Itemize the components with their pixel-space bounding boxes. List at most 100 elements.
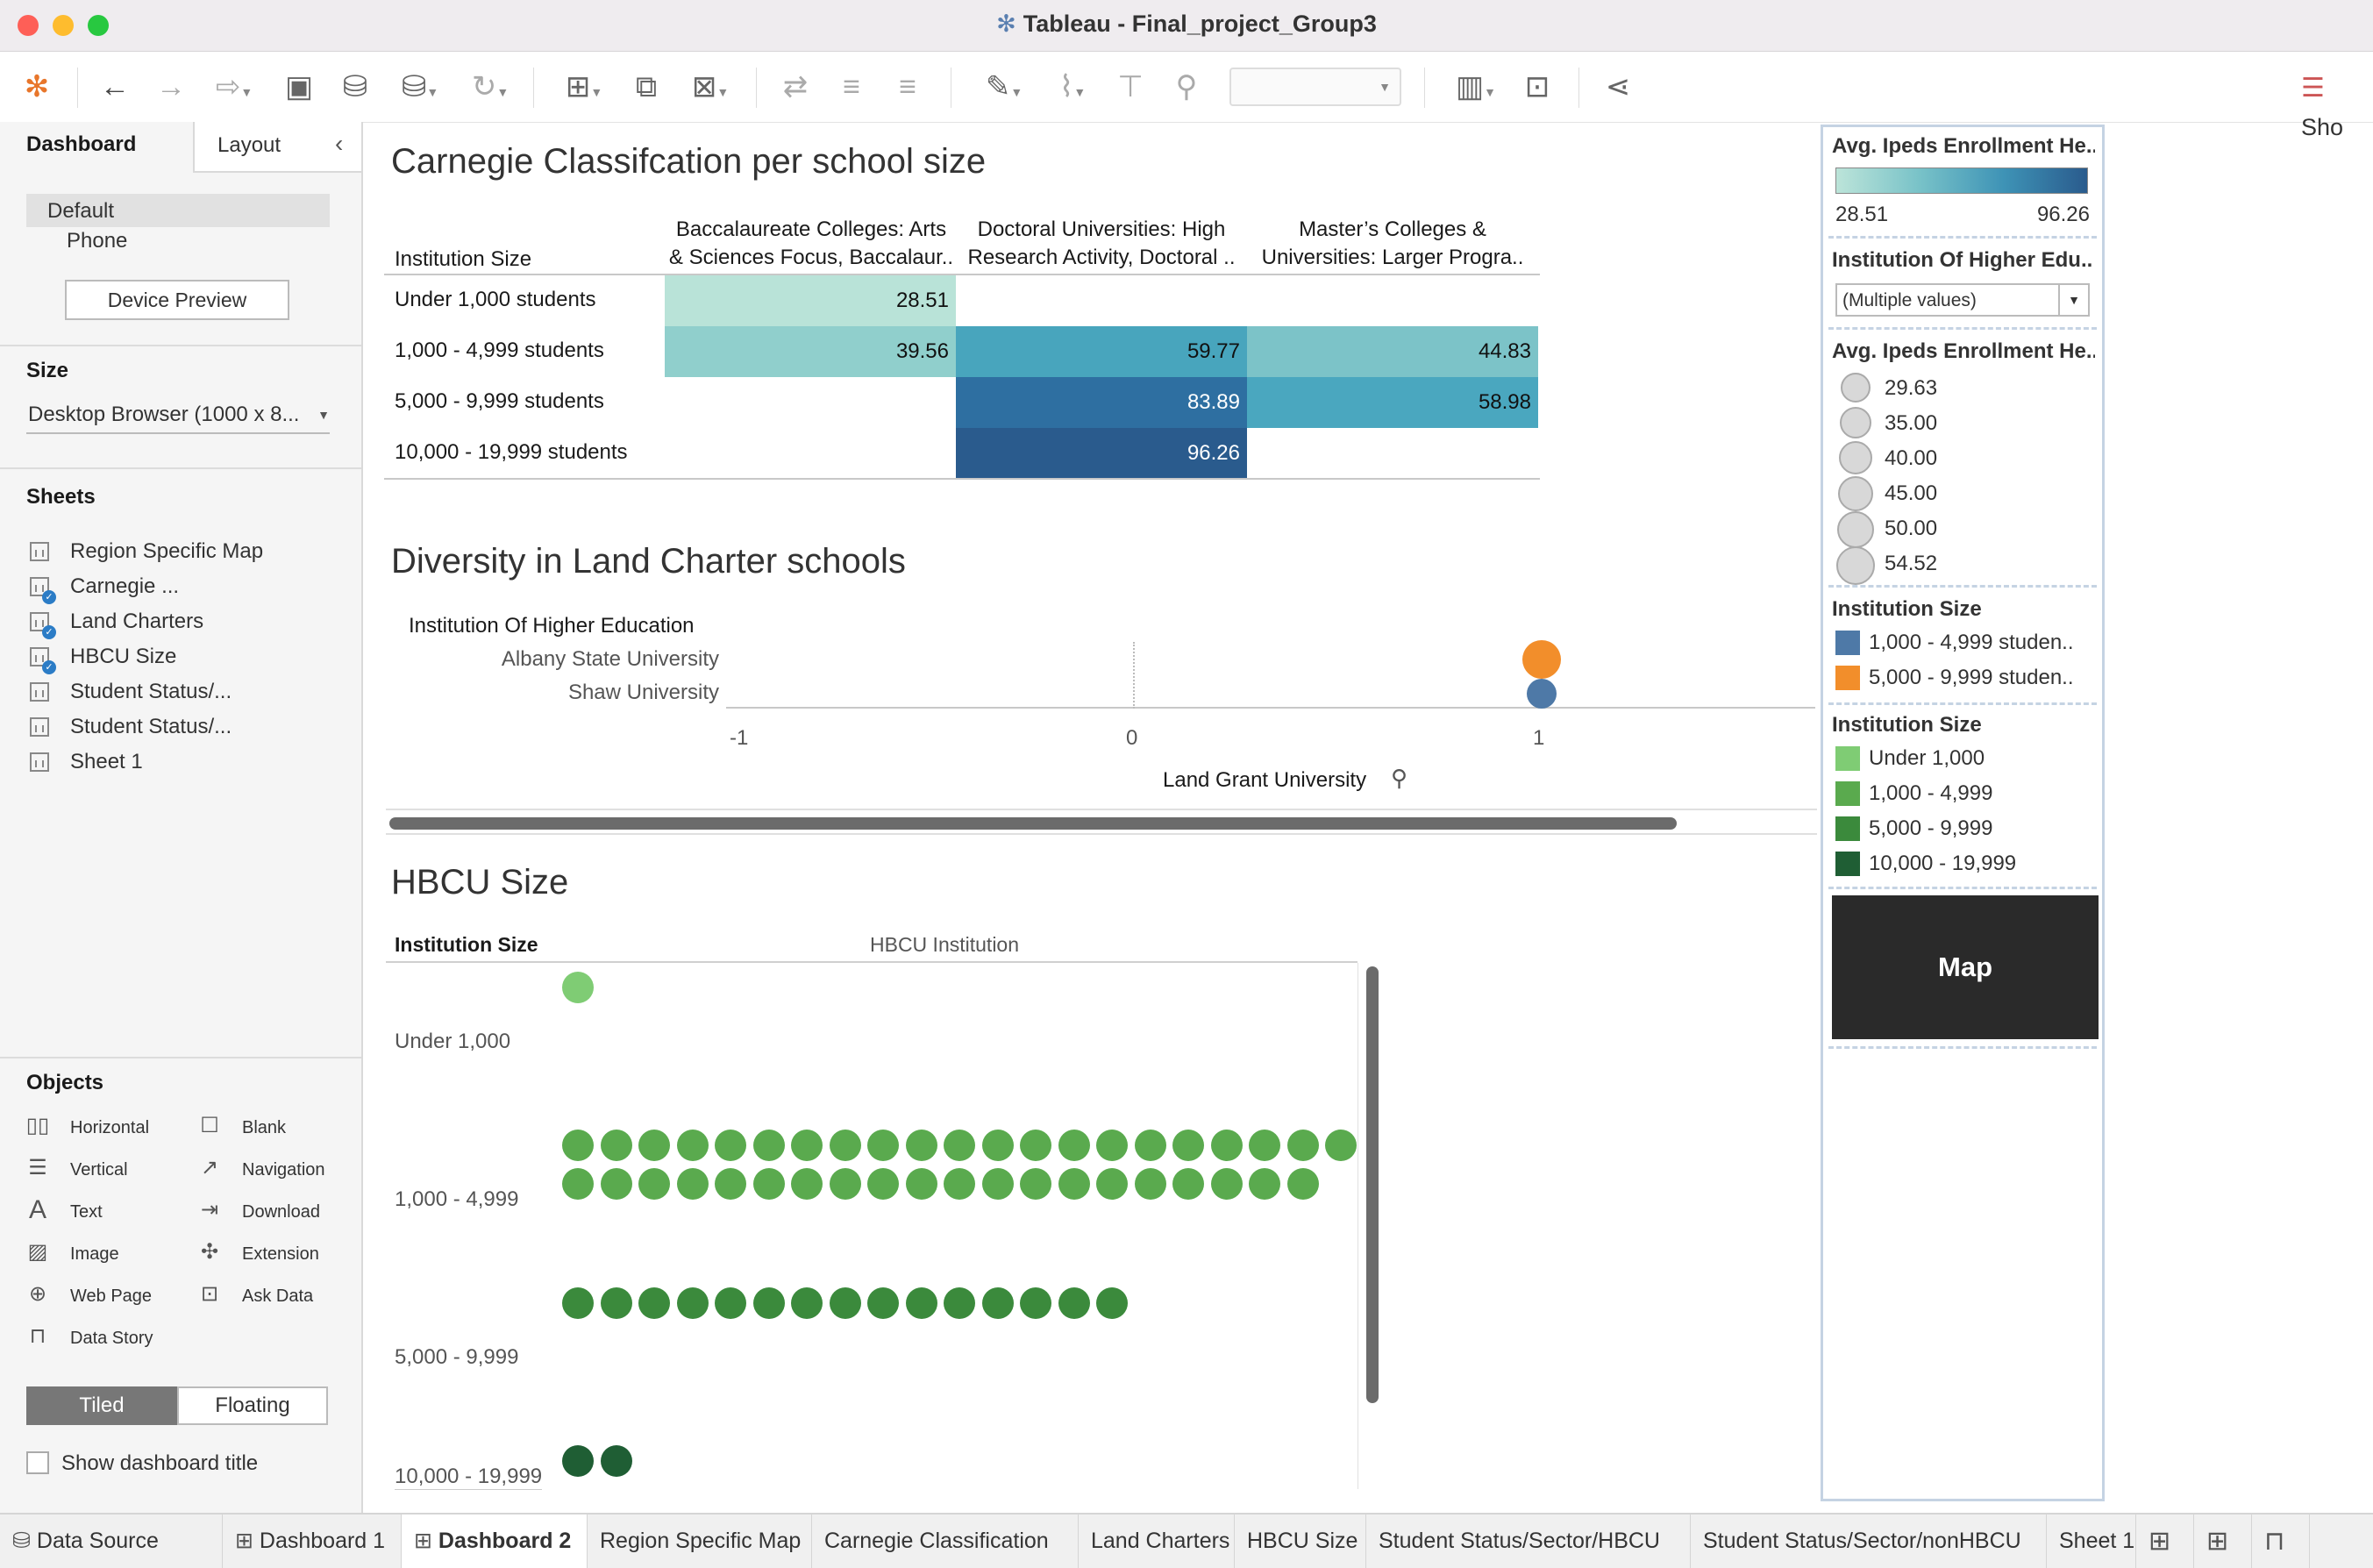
- object-ask-data[interactable]: ⊡ Ask Data: [195, 1279, 361, 1313]
- tableau-home-icon[interactable]: ✻: [19, 68, 54, 106]
- save-icon[interactable]: ▣: [279, 68, 319, 106]
- hbcu-institution-mark[interactable]: [638, 1168, 670, 1200]
- hbcu-institution-mark[interactable]: [600, 1445, 632, 1477]
- presentation-mode-icon[interactable]: ⊡: [1517, 68, 1557, 106]
- show-me-button[interactable]: ☰ Sho: [2301, 69, 2373, 146]
- hbcu-institution-mark[interactable]: [867, 1168, 899, 1200]
- legend-swatch[interactable]: [1835, 781, 1860, 806]
- hbcu-institution-mark[interactable]: [1058, 1168, 1090, 1200]
- heatmap-cell[interactable]: 96.26: [956, 428, 1247, 479]
- hbcu-institution-mark[interactable]: [981, 1130, 1014, 1161]
- sheet-item-carnegie[interactable]: ✓ Carnegie ...: [0, 569, 361, 604]
- tab-dashboard-1[interactable]: ⊞ Dashboard 1: [223, 1515, 402, 1568]
- hbcu-institution-mark[interactable]: [752, 1287, 785, 1319]
- legend-swatch[interactable]: [1835, 631, 1860, 655]
- legend-swatch[interactable]: [1835, 852, 1860, 876]
- hbcu-institution-mark[interactable]: [1020, 1130, 1051, 1161]
- device-default[interactable]: Default: [26, 194, 330, 227]
- legend-swatch[interactable]: [1835, 666, 1860, 690]
- pause-updates-icon[interactable]: ⛁▼: [389, 68, 451, 106]
- tab-layout[interactable]: Layout ‹: [193, 122, 361, 173]
- legend-item[interactable]: 10,000 - 19,999: [1869, 852, 2016, 876]
- hbcu-institution-mark[interactable]: [562, 1168, 594, 1200]
- hbcu-institution-mark[interactable]: [867, 1130, 899, 1161]
- size-dropdown[interactable]: Desktop Browser (1000 x 8... ▼: [26, 399, 330, 434]
- hbcu-institution-mark[interactable]: [1020, 1168, 1051, 1200]
- hbcu-institution-mark[interactable]: [638, 1130, 670, 1161]
- hbcu-institution-mark[interactable]: [752, 1130, 785, 1161]
- tab-land-charters[interactable]: Land Charters: [1079, 1515, 1235, 1568]
- new-worksheet-icon[interactable]: ⊞: [2136, 1515, 2194, 1568]
- hbcu-institution-mark[interactable]: [829, 1168, 861, 1200]
- replay-icon[interactable]: ⇨▼: [203, 68, 265, 106]
- hbcu-institution-mark[interactable]: [1210, 1130, 1243, 1161]
- hbcu-institution-mark[interactable]: [600, 1287, 632, 1319]
- object-download[interactable]: ⇥ Download: [195, 1195, 361, 1229]
- clear-sheet-icon[interactable]: ⊠▼: [677, 68, 744, 106]
- hbcu-institution-mark[interactable]: [715, 1287, 746, 1319]
- heatmap-cell[interactable]: 83.89: [956, 377, 1247, 428]
- hbcu-institution-mark[interactable]: [1058, 1130, 1090, 1161]
- hbcu-institution-mark[interactable]: [1325, 1130, 1357, 1161]
- object-image[interactable]: ▨ Image: [23, 1237, 189, 1271]
- hbcu-institution-mark[interactable]: [676, 1130, 709, 1161]
- tiled-toggle[interactable]: Tiled: [26, 1386, 177, 1425]
- legend-swatch[interactable]: [1835, 816, 1860, 841]
- hbcu-institution-mark[interactable]: [867, 1287, 899, 1319]
- land-mark-shaw[interactable]: [1527, 679, 1557, 709]
- institution-filter-dropdown[interactable]: (Multiple values) ▼: [1835, 283, 2090, 317]
- sort-descending-icon[interactable]: ≡: [887, 68, 928, 106]
- hbcu-institution-mark[interactable]: [1172, 1130, 1204, 1161]
- object-text[interactable]: A Text: [23, 1195, 189, 1229]
- redo-icon[interactable]: →: [151, 68, 191, 106]
- hbcu-institution-mark[interactable]: [562, 1445, 594, 1477]
- sheet-item-student-status-nonhbcu[interactable]: Student Status/...: [0, 709, 361, 745]
- tab-carnegie-classification[interactable]: Carnegie Classification: [812, 1515, 1079, 1568]
- share-icon[interactable]: ⋖: [1598, 68, 1638, 106]
- legend-item[interactable]: 1,000 - 4,999: [1869, 781, 1992, 806]
- hbcu-institution-mark[interactable]: [715, 1130, 746, 1161]
- sheet-item-land-charters[interactable]: ✓ Land Charters: [0, 604, 361, 639]
- object-navigation[interactable]: ↗ Navigation: [195, 1153, 361, 1187]
- group-members-icon[interactable]: ⌇▼: [1042, 68, 1103, 106]
- hbcu-institution-mark[interactable]: [1249, 1130, 1280, 1161]
- hbcu-institution-mark[interactable]: [562, 1130, 594, 1161]
- new-worksheet-icon[interactable]: ⊞▼: [551, 68, 617, 106]
- heatmap-cell[interactable]: 28.51: [665, 275, 956, 326]
- tab-region-specific-map[interactable]: Region Specific Map: [588, 1515, 812, 1568]
- legend-item[interactable]: Under 1,000: [1869, 746, 1985, 771]
- object-extension[interactable]: ✣ Extension: [195, 1237, 361, 1271]
- device-preview-button[interactable]: Device Preview: [65, 280, 289, 320]
- refresh-icon[interactable]: ↻▼: [460, 68, 521, 106]
- sheet-item-region-map[interactable]: Region Specific Map: [0, 534, 361, 569]
- new-dashboard-icon[interactable]: ⊞: [2194, 1515, 2252, 1568]
- hbcu-institution-mark[interactable]: [944, 1168, 975, 1200]
- new-story-icon[interactable]: ⊓: [2252, 1515, 2310, 1568]
- fit-dropdown[interactable]: ▼: [1229, 68, 1401, 106]
- fix-axes-icon[interactable]: ⚲: [1166, 68, 1207, 106]
- hbcu-institution-mark[interactable]: [905, 1168, 937, 1200]
- legend-item[interactable]: 5,000 - 9,999 studen..: [1869, 666, 2074, 690]
- hbcu-institution-mark[interactable]: [1286, 1168, 1319, 1200]
- hbcu-institution-mark[interactable]: [829, 1287, 861, 1319]
- legend-item[interactable]: 5,000 - 9,999: [1869, 816, 1992, 841]
- hbcu-institution-mark[interactable]: [1058, 1287, 1090, 1319]
- show-cards-icon[interactable]: ▥▼: [1445, 68, 1507, 106]
- hbcu-institution-mark[interactable]: [1172, 1168, 1204, 1200]
- hbcu-institution-mark[interactable]: [1096, 1287, 1128, 1319]
- show-title-checkbox[interactable]: [26, 1451, 49, 1474]
- legend-item[interactable]: 1,000 - 4,999 studen..: [1869, 631, 2074, 655]
- tab-hbcu-size[interactable]: HBCU Size: [1235, 1515, 1366, 1568]
- sheet-item-student-status-hbcu[interactable]: Student Status/...: [0, 674, 361, 709]
- hbcu-institution-mark[interactable]: [791, 1130, 823, 1161]
- hbcu-institution-mark[interactable]: [638, 1287, 670, 1319]
- object-horizontal[interactable]: ▯▯ Horizontal: [23, 1111, 189, 1144]
- hbcu-institution-mark[interactable]: [1134, 1168, 1166, 1200]
- hbcu-institution-mark[interactable]: [944, 1130, 975, 1161]
- hbcu-institution-mark[interactable]: [791, 1287, 823, 1319]
- tab-dashboard[interactable]: Dashboard: [0, 122, 193, 173]
- hbcu-institution-mark[interactable]: [676, 1168, 709, 1200]
- hbcu-institution-mark[interactable]: [1096, 1130, 1128, 1161]
- swap-rows-columns-icon[interactable]: ⇄: [775, 68, 816, 106]
- sheet-item-sheet-1[interactable]: Sheet 1: [0, 745, 361, 780]
